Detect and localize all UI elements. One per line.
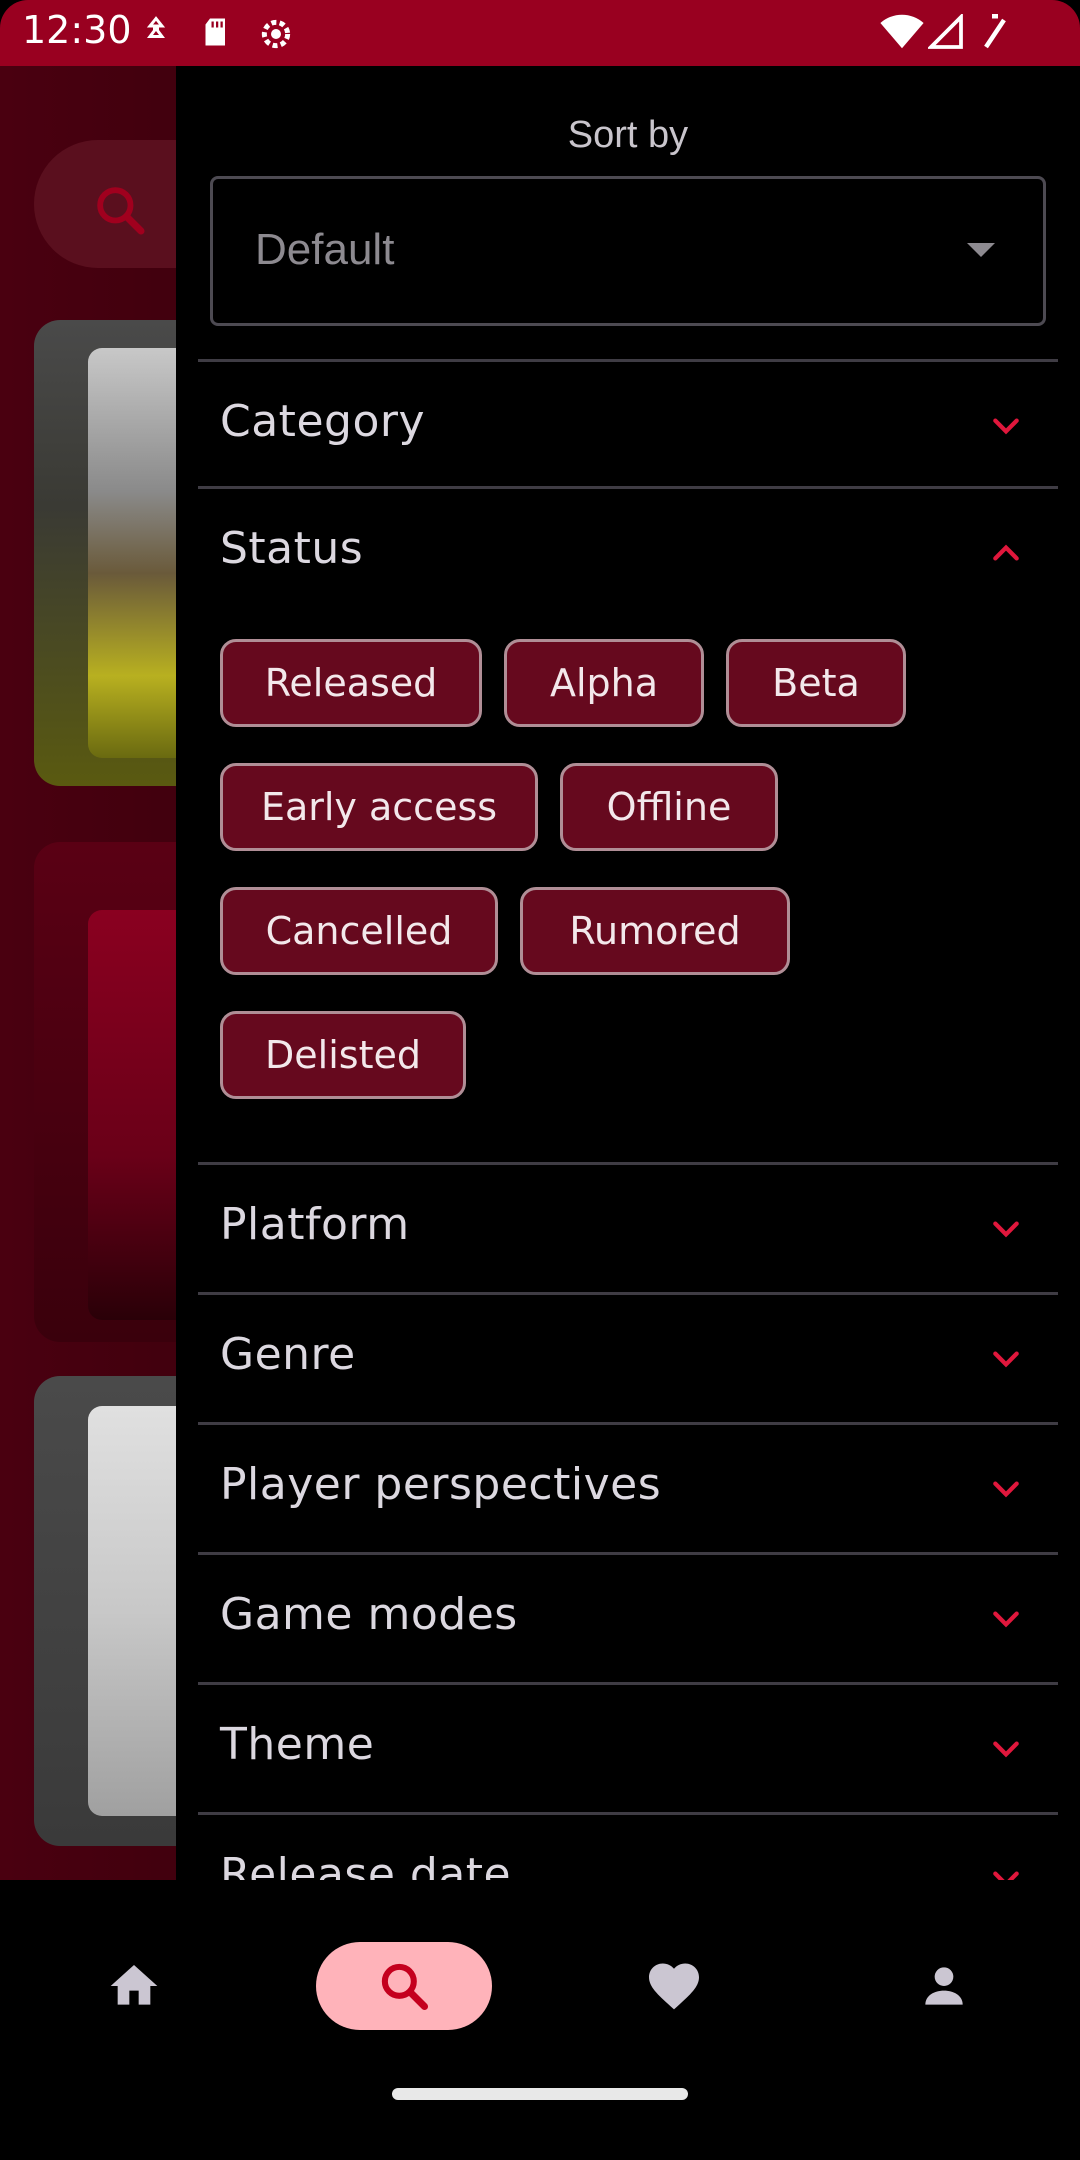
section-header-player-perspectives[interactable]: Player perspectives [198,1425,1058,1551]
filter-section-game-modes: Game modes [198,1552,1058,1682]
section-label: Genre [220,1329,356,1380]
settings-icon [256,14,292,50]
section-label: Player perspectives [220,1459,662,1510]
wifi-icon [880,14,924,50]
heart-icon [649,1963,699,2010]
chip-beta[interactable]: Beta [726,639,906,727]
filter-section-genre: Genre [198,1292,1058,1422]
filter-section-status: Status Released Alpha Beta Early access … [198,486,1058,1230]
filter-section-release-date: Release date [198,1812,1058,1880]
chip-early-access[interactable]: Early access [220,763,538,851]
chevron-down-icon [993,1611,1019,1628]
section-label: Status [220,523,364,574]
filter-section-player-perspectives: Player perspectives [198,1422,1058,1552]
section-label: Release date [220,1849,512,1880]
chevron-down-icon [993,1481,1019,1498]
chevron-down-icon [993,1221,1019,1238]
home-icon [110,1965,158,2005]
dropdown-arrow-icon [967,243,995,257]
chevron-down-icon [993,1351,1019,1368]
section-header-category[interactable]: Category [198,362,1058,488]
section-header-status[interactable]: Status [198,489,1058,615]
section-label: Game modes [220,1589,518,1640]
chip-cancelled[interactable]: Cancelled [220,887,498,975]
filter-section-theme: Theme [198,1682,1058,1812]
chevron-down-icon [993,418,1019,435]
section-header-platform[interactable]: Platform [198,1165,1058,1291]
signal-icon [926,12,964,50]
battery-icon [980,14,1016,50]
section-header-theme[interactable]: Theme [198,1685,1058,1811]
search-icon [381,1963,429,2011]
section-label: Category [220,396,425,447]
section-header-genre[interactable]: Genre [198,1295,1058,1421]
sort-dropdown[interactable]: Default [210,176,1046,326]
status-time: 12:30 [22,8,132,52]
profile-icon [925,1967,963,2005]
sd-card-icon [198,14,234,50]
nav-favorites[interactable] [586,1942,762,2030]
sort-by-title: Sort by [567,114,689,156]
nav-home[interactable] [46,1942,222,2030]
pin-icon [138,14,174,50]
section-label: Theme [220,1719,375,1770]
chip-offline[interactable]: Offline [560,763,778,851]
nav-profile[interactable] [856,1942,1032,2030]
gesture-home-bar[interactable] [392,2088,688,2100]
chevron-down-icon [993,1741,1019,1758]
status-bar: 12:30 [0,0,1080,66]
chip-released[interactable]: Released [220,639,482,727]
section-label: Platform [220,1199,410,1250]
section-header-game-modes[interactable]: Game modes [198,1555,1058,1681]
chevron-up-icon [993,544,1019,561]
nav-search[interactable] [316,1942,492,2030]
sort-dropdown-value: Default [255,225,395,274]
chevron-down-icon [993,1871,1019,1880]
bottom-navigation [0,1880,1080,2160]
chip-delisted[interactable]: Delisted [220,1011,466,1099]
filter-section-category: Category [198,359,1058,486]
chip-rumored[interactable]: Rumored [520,887,790,975]
background-search-icon [92,182,148,242]
chip-alpha[interactable]: Alpha [504,639,704,727]
filter-section-platform: Platform [198,1162,1058,1292]
filter-drawer: Sort by Default Category Status Released… [176,66,1080,1880]
section-header-release-date[interactable]: Release date [198,1815,1058,1880]
